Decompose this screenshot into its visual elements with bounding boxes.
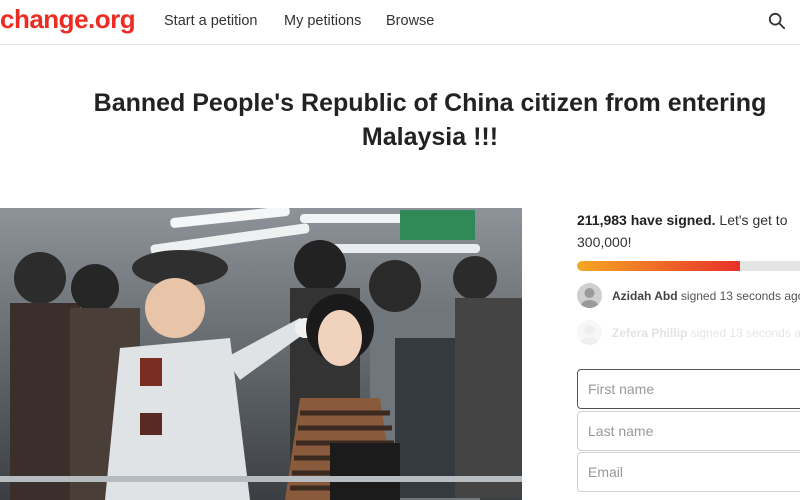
search-icon[interactable] <box>768 12 786 30</box>
signed-count: 211,983 have signed. <box>577 212 716 228</box>
signer-name: Azidah Abd <box>612 289 678 303</box>
signature-count-text: 211,983 have signed. Let's get to 300,00… <box>577 209 800 253</box>
signature-progress-fill <box>577 261 741 271</box>
site-header: change.org Start a petition My petitions… <box>0 0 800 45</box>
signer-action: signed 13 seconds ago <box>690 326 800 340</box>
signer-text: Azidah Abd signed 13 seconds ago <box>612 289 800 303</box>
avatar <box>577 320 602 345</box>
petition-title-line-2: Malaysia !!! <box>361 123 499 151</box>
petition-photo-illustration <box>0 208 522 500</box>
signature-progress-bar <box>577 261 800 271</box>
avatar <box>577 283 602 308</box>
signer-action: signed 13 seconds ago <box>680 289 800 303</box>
nav-my-petitions[interactable]: My petitions <box>284 13 361 29</box>
signer-text: Zefera Phillip signed 13 seconds ago <box>612 326 800 340</box>
change-org-logo[interactable]: change.org <box>0 4 136 35</box>
first-name-field[interactable] <box>577 369 800 409</box>
nav-start-petition[interactable]: Start a petition <box>164 13 258 29</box>
petition-title: Banned People's Republic of China citize… <box>30 86 800 154</box>
petition-photo <box>0 208 522 500</box>
petition-title-line-1: Banned People's Republic of China citize… <box>93 89 767 117</box>
email-field[interactable] <box>577 452 800 492</box>
signer-name: Zefera Phillip <box>612 326 688 340</box>
nav-browse[interactable]: Browse <box>386 13 434 29</box>
last-name-field[interactable] <box>577 411 800 451</box>
